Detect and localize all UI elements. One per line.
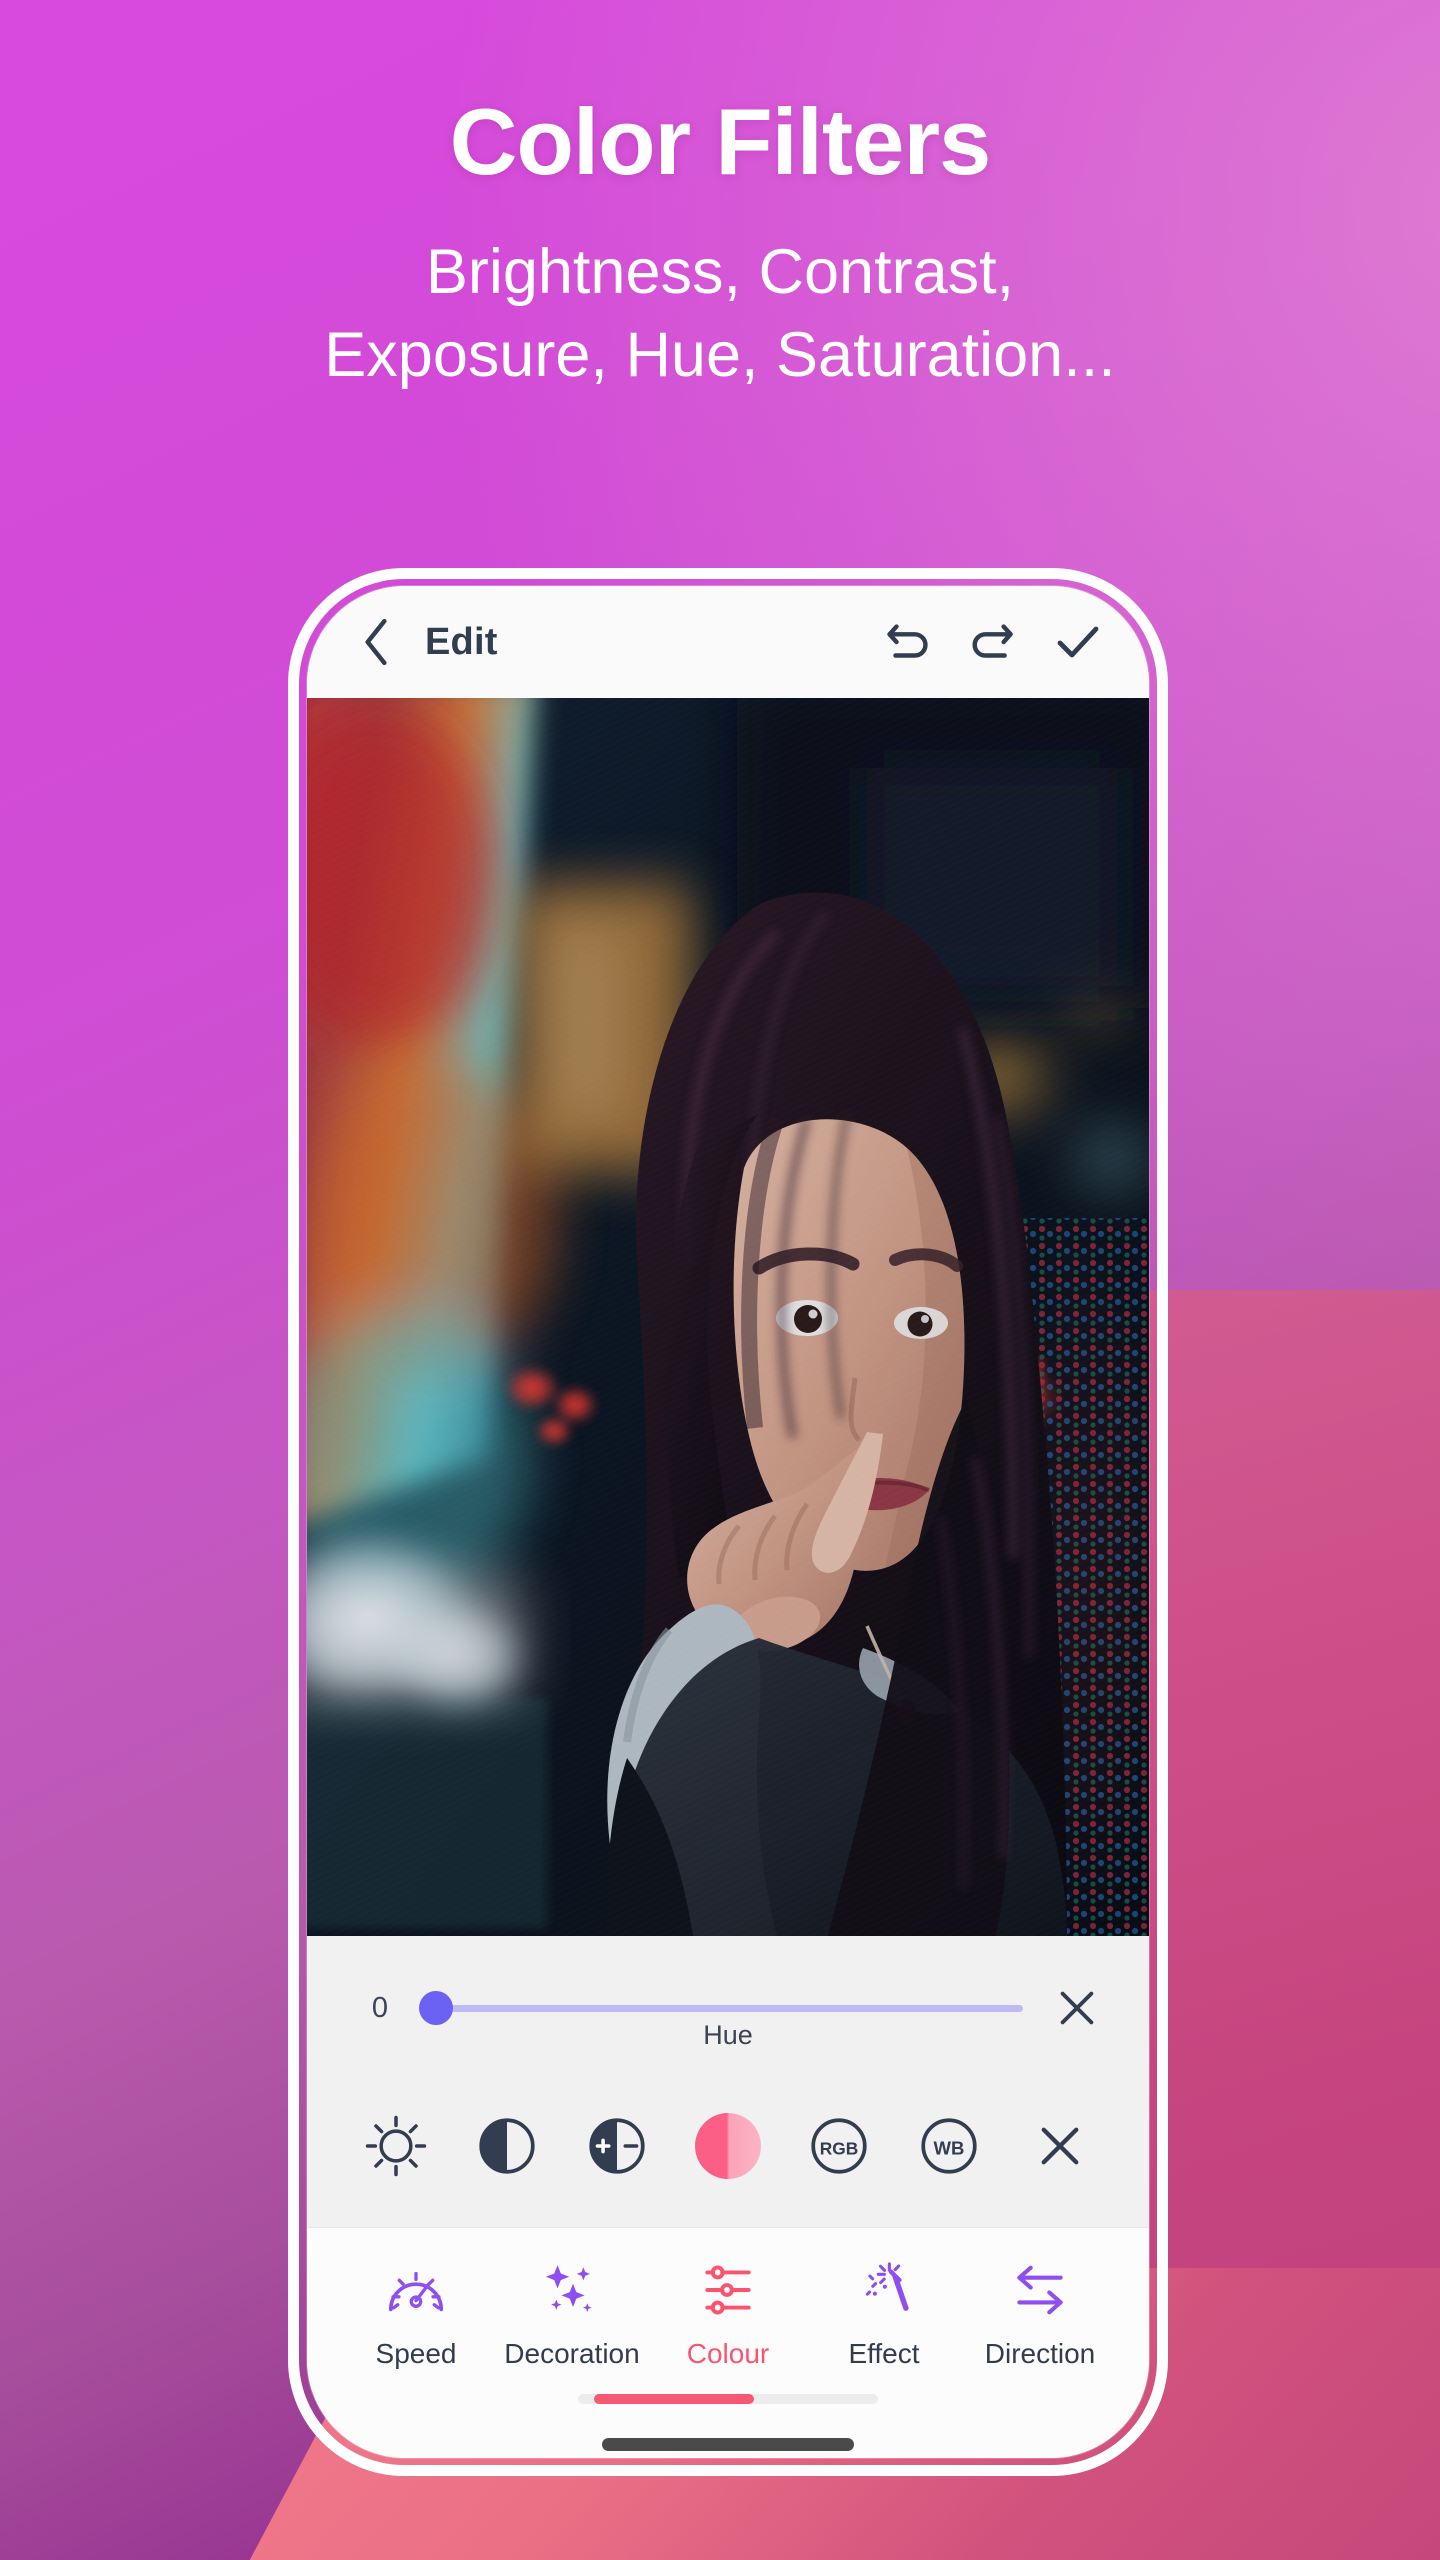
magic-wand-icon bbox=[865, 2262, 909, 2311]
phone-screen: Edit 0 Hue RGB WB Speed Decoration Colou… bbox=[307, 586, 1149, 2458]
home-indicator-area bbox=[307, 2404, 1149, 2458]
nav-label-speed: Speed bbox=[375, 2338, 457, 2369]
filter-hue-button[interactable] bbox=[685, 2103, 771, 2189]
home-indicator[interactable] bbox=[602, 2438, 854, 2451]
wb-icon: WB bbox=[921, 2117, 977, 2174]
exposure-icon bbox=[589, 2117, 645, 2174]
rgb-icon: RGB bbox=[810, 2117, 867, 2174]
slider-label: Hue bbox=[703, 2020, 753, 2050]
nav-item-decoration[interactable]: Decoration bbox=[497, 2254, 647, 2370]
slider-track[interactable] bbox=[423, 2004, 1023, 2012]
redo-icon bbox=[972, 624, 1013, 658]
nav-icon-colour bbox=[697, 2254, 759, 2326]
scroll-track bbox=[578, 2394, 878, 2404]
check-icon bbox=[1057, 626, 1099, 658]
svg-text:WB: WB bbox=[934, 2137, 965, 2158]
speedometer-icon bbox=[388, 2271, 444, 2312]
nav-label-decoration: Decoration bbox=[504, 2338, 640, 2369]
nav-label-direction: Direction bbox=[984, 2338, 1096, 2369]
hue-circle-icon bbox=[694, 2112, 761, 2179]
nav-item-speed[interactable]: Speed bbox=[341, 2254, 491, 2370]
nav-icon-speed bbox=[383, 2254, 449, 2326]
confirm-button[interactable] bbox=[1047, 611, 1109, 673]
nav-icon-effect bbox=[853, 2254, 915, 2326]
filter-rgb-button[interactable]: RGB bbox=[796, 2103, 882, 2189]
promo-subline: Brightness, Contrast, Exposure, Hue, Satu… bbox=[324, 237, 1116, 391]
nav-scroll-indicator[interactable] bbox=[307, 2370, 1149, 2404]
undo-icon bbox=[887, 624, 928, 658]
chevron-left-icon bbox=[365, 618, 387, 666]
adjustment-slider-panel: 0 Hue bbox=[307, 1936, 1149, 2080]
bottom-nav: Speed Decoration Colour Effect Direction bbox=[307, 2228, 1149, 2370]
contrast-icon bbox=[479, 2117, 535, 2174]
filter-exposure-button[interactable] bbox=[574, 2103, 660, 2189]
app-header: Edit bbox=[307, 586, 1149, 698]
photo-image bbox=[307, 698, 1149, 1936]
close-icon bbox=[1041, 2127, 1079, 2164]
filter-wb-button[interactable]: WB bbox=[906, 2103, 992, 2189]
nav-item-colour[interactable]: Colour bbox=[653, 2254, 803, 2370]
sliders-icon bbox=[705, 2265, 751, 2315]
filter-brightness-button[interactable] bbox=[353, 2103, 439, 2189]
filter-close-button[interactable] bbox=[1017, 2103, 1103, 2189]
filter-toolbar: RGB WB bbox=[307, 2080, 1149, 2228]
photo-preview[interactable] bbox=[307, 698, 1149, 1936]
svg-text:RGB: RGB bbox=[819, 2138, 857, 2158]
nav-icon-direction bbox=[1007, 2254, 1073, 2326]
sparkles-icon bbox=[545, 2265, 592, 2312]
promo-canvas: Color Filters Brightness, Contrast, Expos… bbox=[0, 0, 1440, 2560]
promo-headline: Color Filters bbox=[449, 89, 992, 194]
app-title: Edit bbox=[425, 620, 498, 663]
nav-item-direction[interactable]: Direction bbox=[965, 2254, 1115, 2370]
filter-contrast-button[interactable] bbox=[464, 2103, 550, 2189]
undo-button[interactable] bbox=[879, 611, 941, 673]
arrows-icon bbox=[1017, 2265, 1063, 2315]
scroll-thumb[interactable] bbox=[594, 2394, 754, 2404]
redo-button[interactable] bbox=[963, 611, 1025, 673]
nav-label-colour: Colour bbox=[686, 2338, 770, 2369]
promo-text-block: Color Filters Brightness, Contrast, Expos… bbox=[0, 0, 1440, 397]
nav-icon-decoration bbox=[541, 2254, 603, 2326]
nav-label-effect: Effect bbox=[848, 2338, 920, 2369]
back-button[interactable] bbox=[353, 618, 399, 666]
sun-icon bbox=[365, 2115, 427, 2176]
nav-item-effect[interactable]: Effect bbox=[809, 2254, 959, 2370]
